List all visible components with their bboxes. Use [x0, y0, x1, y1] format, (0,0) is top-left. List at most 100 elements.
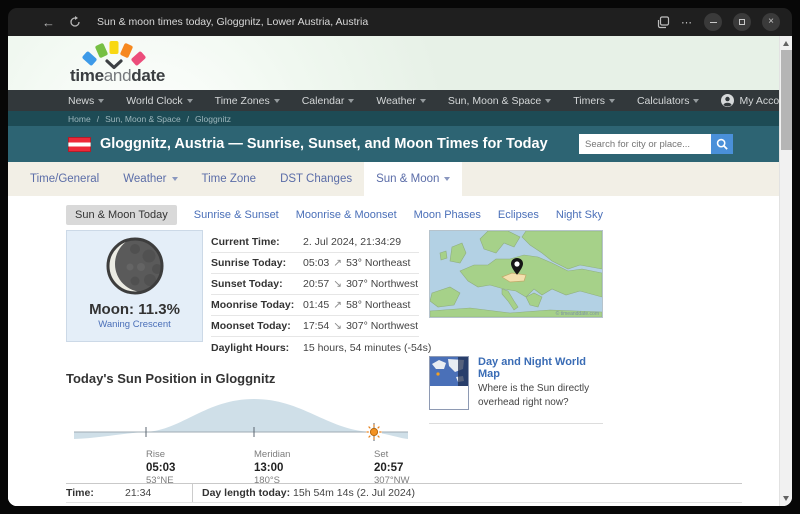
nav-calculators[interactable]: Calculators	[637, 95, 700, 107]
my-account-menu[interactable]: My Account	[721, 94, 779, 107]
sun-moon-subtabs: Sun & Moon Today Sunrise & Sunset Moonri…	[66, 196, 779, 225]
back-icon[interactable]: ←	[42, 15, 55, 30]
rise-label-block: Rise 05:03 53°NE	[146, 449, 175, 487]
rise-arrow-icon: ↗	[333, 299, 342, 311]
rise-arrow-icon: ↗	[333, 257, 342, 269]
subtab-moon-phases[interactable]: Moon Phases	[414, 209, 481, 221]
row-label: Moonrise Today:	[211, 299, 303, 311]
close-button[interactable]: ×	[762, 13, 780, 31]
user-icon	[721, 94, 734, 107]
day-length-value: 15h 54m 14s (2. Jul 2024)	[293, 487, 415, 499]
point-direction: 53°NE	[146, 475, 175, 487]
divider	[429, 423, 603, 424]
nav-timers[interactable]: Timers	[573, 95, 615, 107]
minimize-button[interactable]	[704, 13, 722, 31]
page-scrollbar[interactable]	[779, 36, 792, 506]
nav-calendar[interactable]: Calendar	[302, 95, 355, 107]
row-time: 05:03	[303, 257, 329, 269]
subtab-night-sky[interactable]: Night Sky	[556, 209, 603, 221]
webpage: timeanddate News World Clock Time Zones …	[8, 36, 779, 506]
scroll-up-icon[interactable]	[783, 41, 789, 46]
section-tabs: Time/General Weather Time Zone DST Chang…	[8, 162, 779, 196]
browser-window: ← Sun & moon times today, Gloggnitz, Low…	[8, 8, 792, 506]
nav-sun-moon-space[interactable]: Sun, Moon & Space	[448, 95, 551, 107]
nav-time-zones[interactable]: Time Zones	[215, 95, 280, 107]
location-map[interactable]: © timeanddate.com	[429, 230, 603, 318]
row-time: 20:57	[303, 278, 329, 290]
tab-time-general[interactable]: Time/General	[18, 162, 111, 196]
row-value: 01:45 ↗ 58° Northeast	[303, 299, 410, 311]
map-credit: © timeanddate.com	[556, 310, 599, 317]
row-label: Moonset Today:	[211, 320, 303, 332]
logo-time: time	[70, 66, 104, 85]
nav-world-clock[interactable]: World Clock	[126, 95, 192, 107]
tab-weather[interactable]: Weather	[111, 162, 189, 196]
browser-viewport: timeanddate News World Clock Time Zones …	[8, 36, 792, 506]
day-night-map-link[interactable]: Day and Night World Map	[478, 356, 603, 380]
sun-position-heading: Today's Sun Position in Gloggnitz	[66, 371, 779, 386]
search-input[interactable]	[579, 134, 711, 154]
tab-dst-changes[interactable]: DST Changes	[268, 162, 364, 196]
sun-elevation-curve	[74, 399, 408, 439]
browser-menu-icon[interactable]: ⋯	[681, 16, 693, 29]
table-row: Moonset Today:17:54↘307° Northwest	[211, 316, 419, 337]
point-time: 05:03	[146, 461, 175, 475]
chevron-down-icon	[172, 177, 178, 181]
breadcrumb-home[interactable]: Home	[68, 114, 91, 124]
timeanddate-logo[interactable]: timeanddate	[70, 40, 165, 86]
subtab-moonrise-moonset[interactable]: Moonrise & Moonset	[296, 209, 397, 221]
chevron-down-icon	[274, 99, 280, 103]
table-row: Sunrise Today:05:03 ↗ 53° Northeast	[211, 253, 419, 274]
time-label: Time:	[66, 487, 106, 499]
row-label: Current Time:	[211, 236, 303, 248]
tab-overview-icon[interactable]	[657, 16, 670, 29]
row-label: Daylight Hours:	[211, 342, 303, 354]
nav-weather[interactable]: Weather	[376, 95, 426, 107]
point-direction: 180°S	[254, 475, 290, 487]
subtab-sunrise-sunset[interactable]: Sunrise & Sunset	[194, 209, 279, 221]
chevron-down-icon	[187, 99, 193, 103]
reload-icon[interactable]	[69, 16, 81, 28]
row-value: 17:54↘307° Northwest	[303, 320, 418, 332]
day-night-map-thumbnail[interactable]	[429, 356, 469, 410]
maximize-icon	[739, 19, 745, 25]
subtab-sun-moon-today[interactable]: Sun & Moon Today	[66, 205, 177, 225]
nav-label: Weather	[376, 95, 416, 107]
tab-time-zone[interactable]: Time Zone	[190, 162, 269, 196]
chevron-down-icon	[98, 99, 104, 103]
breadcrumb-sun-moon-space[interactable]: Sun, Moon & Space	[105, 114, 181, 124]
main-navbar: News World Clock Time Zones Calendar Wea…	[8, 90, 779, 111]
breadcrumb-sep: /	[187, 114, 189, 124]
row-value: 20:57↘307° Northwest	[303, 278, 418, 290]
logo-date: date	[131, 66, 165, 85]
my-account-label: My Account	[739, 95, 779, 107]
row-time: 01:45	[303, 299, 329, 311]
search-button[interactable]	[711, 134, 733, 154]
chevron-down-icon	[609, 99, 615, 103]
row-bearing: 307° Northwest	[346, 278, 418, 290]
row-label: Sunset Today:	[211, 278, 303, 290]
chevron-down-icon	[420, 99, 426, 103]
tab-label: Time Zone	[202, 173, 257, 185]
minimize-icon	[710, 22, 717, 23]
subtab-eclipses[interactable]: Eclipses	[498, 209, 539, 221]
scrollbar-thumb[interactable]	[781, 50, 792, 150]
tab-label: Weather	[123, 173, 166, 185]
clipped-row	[66, 502, 742, 506]
table-row: Sunset Today:20:57↘307° Northwest	[211, 274, 419, 295]
moon-phase-link[interactable]: Waning Crescent	[67, 319, 202, 330]
row-bearing: 53° Northeast	[346, 257, 410, 269]
row-label: Sunrise Today:	[211, 257, 303, 269]
set-arrow-icon: ↘	[333, 320, 342, 332]
scroll-down-icon[interactable]	[783, 496, 789, 501]
point-time: 13:00	[254, 461, 290, 475]
logo-wordmark: timeanddate	[70, 66, 165, 86]
tab-label: DST Changes	[280, 173, 352, 185]
tab-sun-moon[interactable]: Sun & Moon	[364, 162, 462, 196]
row-bearing: 58° Northeast	[346, 299, 410, 311]
nav-label: World Clock	[126, 95, 182, 107]
maximize-button[interactable]	[733, 13, 751, 31]
day-length-cell: Day length today: 15h 54m 14s (2. Jul 20…	[193, 487, 415, 499]
nav-news[interactable]: News	[68, 95, 104, 107]
nav-label: News	[68, 95, 94, 107]
